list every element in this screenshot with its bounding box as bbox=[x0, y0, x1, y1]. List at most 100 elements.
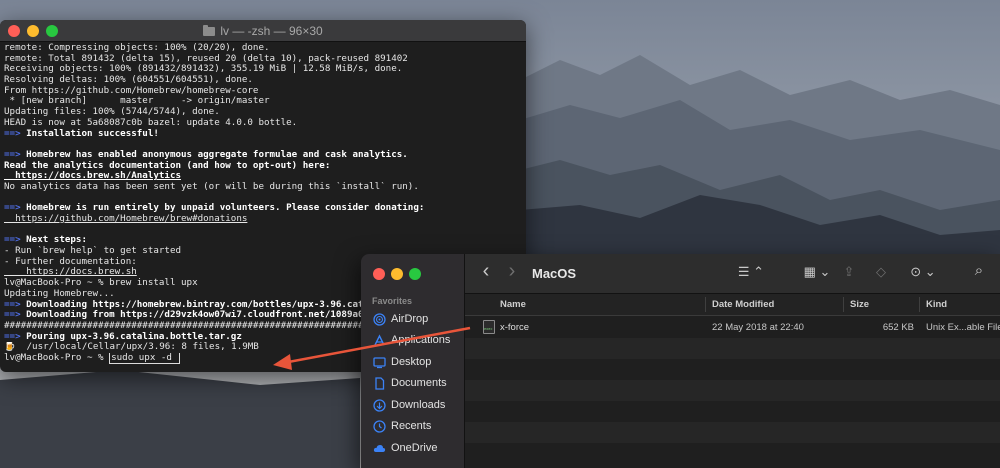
sidebar-item-recents[interactable]: Recents bbox=[369, 417, 463, 437]
terminal-line: Updating files: 100% (5744/5744), done. bbox=[4, 107, 523, 118]
terminal-text: remote: Compressing objects: 100% (20/20… bbox=[4, 43, 270, 53]
prompt-arrow: ==> bbox=[4, 310, 27, 321]
back-button[interactable]: ‹ bbox=[479, 260, 493, 282]
terminal-text: HEAD is now at 5a68087c0b bazel: update … bbox=[4, 117, 298, 128]
sidebar-item-applications[interactable]: Applications bbox=[369, 331, 463, 351]
terminal-text: Homebrew is run entirely by unpaid volun… bbox=[26, 203, 425, 214]
terminal-text: Updating files: 100% (5744/5744), done. bbox=[4, 107, 220, 118]
column-header-name[interactable]: Name bbox=[500, 299, 526, 310]
prompt-arrow: ==> bbox=[4, 235, 27, 246]
command-input[interactable]: sudo upx -d bbox=[109, 352, 180, 364]
sidebar-item-label: AirDrop bbox=[391, 313, 429, 325]
cloud-icon bbox=[373, 445, 386, 452]
terminal-text: - Run `brew help` to get started bbox=[4, 246, 182, 257]
sidebar-item-label: Desktop bbox=[391, 356, 432, 368]
terminal-line: From https://github.com/Homebrew/homebre… bbox=[4, 86, 523, 97]
executable-file-icon bbox=[483, 320, 495, 334]
finder-sidebar: Favorites AirDrop Applications Desktop D… bbox=[361, 254, 465, 468]
sidebar-item-downloads[interactable]: Downloads bbox=[369, 396, 463, 416]
sidebar-item-label: Applications bbox=[391, 334, 451, 346]
finder-window[interactable]: Favorites AirDrop Applications Desktop D… bbox=[361, 254, 1000, 468]
file-name: x-force bbox=[500, 322, 530, 333]
list-view-button[interactable]: ☰ ⌃ bbox=[733, 264, 769, 284]
more-actions-button[interactable]: ⊙ ⌄ bbox=[905, 264, 941, 284]
terminal-line: https://docs.brew.sh/Analytics bbox=[4, 171, 523, 182]
sidebar-item-label: Recents bbox=[391, 420, 432, 432]
terminal-line: ==> Next steps: bbox=[4, 235, 523, 246]
terminal-line: No analytics data has been sent yet (or … bbox=[4, 182, 523, 193]
terminal-line: ==> Homebrew has enabled anonymous aggre… bbox=[4, 150, 523, 161]
file-size: 652 KB bbox=[882, 322, 914, 333]
column-divider[interactable] bbox=[705, 297, 706, 312]
column-header-size[interactable]: Size bbox=[850, 299, 869, 310]
column-divider[interactable] bbox=[919, 297, 920, 312]
terminal-line: ==> Installation successful! bbox=[4, 129, 523, 140]
terminal-text: Installation successful! bbox=[26, 128, 159, 139]
terminal-link[interactable]: https://docs.brew.sh/Analytics bbox=[4, 171, 181, 181]
finder-toolbar: ‹ › MacOS ☰ ⌃ ▦ ⌄ ⇪ ◇ ⊙ ⌄ ⌕ bbox=[465, 254, 1000, 294]
sidebar-heading: Favorites bbox=[372, 296, 413, 306]
file-date-modified: 22 May 2018 at 22:40 bbox=[712, 322, 804, 333]
terminal-text: Updating Homebrew... bbox=[4, 288, 115, 299]
zoom-button[interactable] bbox=[409, 268, 421, 280]
forward-button[interactable]: › bbox=[505, 260, 519, 282]
terminal-line: Read the analytics documentation (and ho… bbox=[4, 161, 523, 172]
prompt-arrow: ==> bbox=[4, 149, 27, 160]
terminal-text: Read the analytics documentation (and ho… bbox=[4, 160, 331, 171]
terminal-text: 🍺 /usr/local/Cellar/upx/3.96: 8 files, 1… bbox=[4, 342, 259, 353]
terminal-titlebar[interactable]: lv — -zsh — 96×30 bbox=[0, 20, 526, 42]
file-list[interactable]: Name Date Modified Size Kind x-force 22 … bbox=[465, 294, 1000, 468]
document-icon bbox=[375, 377, 385, 390]
terminal-line: Receiving objects: 100% (891432/891432),… bbox=[4, 64, 523, 75]
terminal-text: - Further documentation: bbox=[4, 256, 137, 267]
terminal-line: * [new branch] master -> origin/master bbox=[4, 96, 523, 107]
column-divider[interactable] bbox=[843, 297, 844, 312]
empty-row bbox=[465, 443, 1000, 464]
search-button[interactable]: ⌕ bbox=[970, 262, 988, 282]
column-header: Name Date Modified Size Kind bbox=[465, 294, 1000, 316]
tag-button[interactable]: ◇ bbox=[873, 264, 889, 284]
column-header-kind[interactable]: Kind bbox=[926, 299, 947, 310]
sidebar-item-onedrive[interactable]: OneDrive bbox=[369, 439, 463, 459]
terminal-text: remote: Total 891432 (delta 15), reused … bbox=[4, 53, 408, 64]
sidebar-item-airdrop[interactable]: AirDrop bbox=[369, 310, 463, 330]
empty-row bbox=[465, 359, 1000, 380]
terminal-link[interactable]: https://github.com/Homebrew/brew#donatio… bbox=[4, 214, 247, 224]
table-row[interactable]: x-force 22 May 2018 at 22:40 652 KB Unix… bbox=[465, 317, 1000, 338]
clock-icon bbox=[373, 420, 386, 433]
terminal-line: remote: Compressing objects: 100% (20/20… bbox=[4, 43, 523, 54]
terminal-line: HEAD is now at 5a68087c0b bazel: update … bbox=[4, 118, 523, 129]
minimize-button[interactable] bbox=[391, 268, 403, 280]
empty-row bbox=[465, 380, 1000, 401]
group-button[interactable]: ▦ ⌄ bbox=[799, 264, 835, 284]
empty-row bbox=[465, 338, 1000, 359]
column-header-date[interactable]: Date Modified bbox=[712, 299, 774, 310]
terminal-text: lv@MacBook-Pro ~ % bbox=[4, 352, 110, 363]
prompt-arrow: ==> bbox=[4, 203, 27, 214]
sidebar-item-label: Downloads bbox=[391, 399, 446, 411]
folder-icon bbox=[203, 25, 216, 36]
close-button[interactable] bbox=[373, 268, 385, 280]
prompt-arrow: ==> bbox=[4, 299, 27, 310]
desktop-icon bbox=[373, 357, 386, 369]
terminal-line: Resolving deltas: 100% (604551/604551), … bbox=[4, 75, 523, 86]
terminal-text: lv@MacBook-Pro ~ % brew install upx bbox=[4, 278, 198, 289]
terminal-text: Receiving objects: 100% (891432/891432),… bbox=[4, 64, 403, 75]
prompt-arrow: ==> bbox=[4, 331, 27, 342]
terminal-text: No analytics data has been sent yet (or … bbox=[4, 181, 419, 192]
sidebar-item-documents[interactable]: Documents bbox=[369, 374, 463, 394]
terminal-link[interactable]: https://docs.brew.sh bbox=[4, 267, 137, 277]
terminal-line: https://github.com/Homebrew/brew#donatio… bbox=[4, 214, 523, 225]
airdrop-icon bbox=[373, 313, 386, 326]
file-kind: Unix Ex...able File bbox=[926, 322, 1000, 333]
sidebar-item-desktop[interactable]: Desktop bbox=[369, 353, 463, 373]
share-button[interactable]: ⇪ bbox=[841, 264, 857, 284]
applications-icon bbox=[374, 334, 385, 346]
empty-row bbox=[465, 422, 1000, 443]
terminal-text: * [new branch] master -> origin/master bbox=[4, 96, 270, 107]
download-icon bbox=[373, 399, 386, 412]
sidebar-item-label: Documents bbox=[391, 377, 447, 389]
